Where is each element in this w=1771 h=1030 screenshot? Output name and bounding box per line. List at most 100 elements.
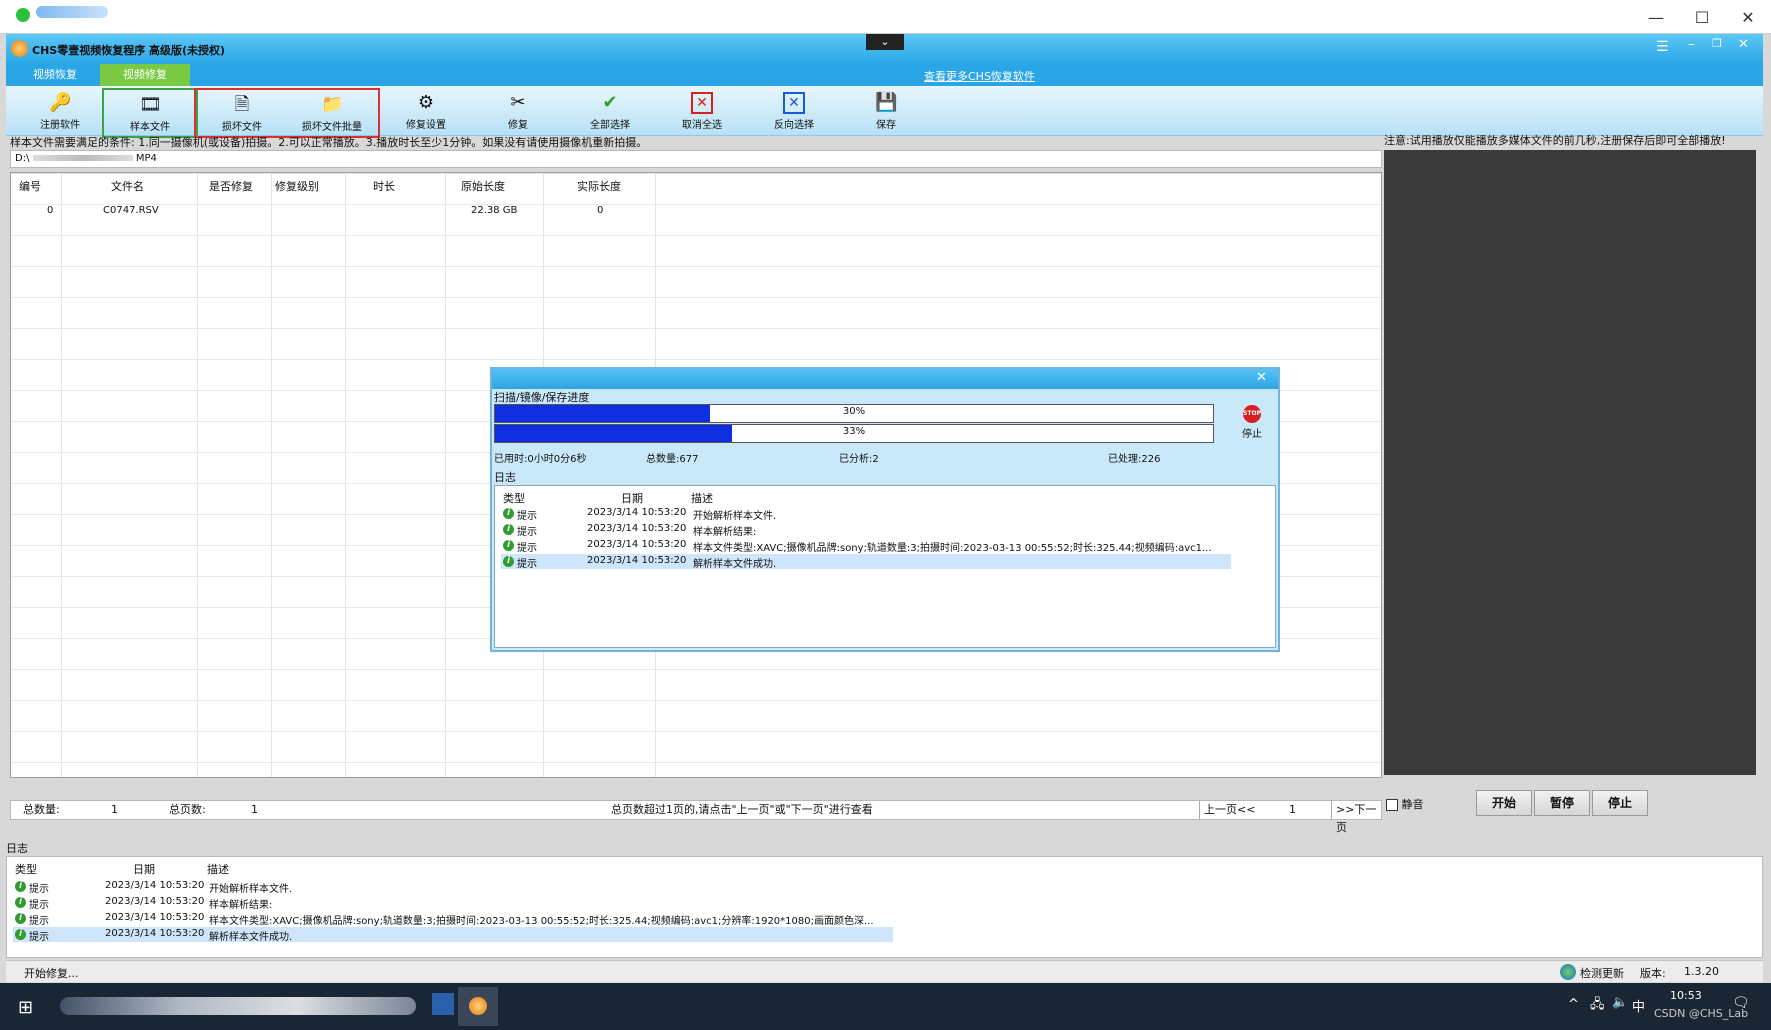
pause-button[interactable]: 暂停 (1534, 790, 1590, 816)
col-actual-size[interactable]: 实际长度 (577, 178, 621, 194)
status-dot-icon (16, 8, 30, 22)
ime-indicator[interactable]: 中 (1632, 996, 1645, 1015)
network-icon[interactable]: 🖧 (1590, 995, 1605, 1017)
start-button[interactable]: 开始 (1476, 790, 1532, 816)
pages-value: 1 (251, 803, 258, 816)
outer-window-titlebar: — ☐ ✕ (0, 0, 1771, 34)
app-restore-icon[interactable]: ❐ (1712, 37, 1722, 50)
pages-label: 总页数: (169, 803, 206, 816)
dlog-col-type: 类型 (503, 492, 525, 505)
list-item[interactable]: i 提示 2023/3/14 10:53:20 样本解析结果: (501, 522, 1231, 538)
log-col-desc: 描述 (207, 863, 229, 876)
list-item[interactable]: i 提示 2023/3/14 10:53:20 解析样本文件成功. (501, 554, 1231, 570)
menu-icon[interactable]: ☰ (1656, 39, 1669, 55)
invert-icon: ✕ (783, 92, 805, 114)
sample-file-button[interactable]: 🎞 样本文件 (102, 88, 198, 138)
dialog-titlebar: ✕ (492, 369, 1278, 389)
dialog-close-icon[interactable]: ✕ (1256, 370, 1267, 385)
tray-chevron-icon[interactable]: ^ (1568, 997, 1579, 1012)
prev-page-button[interactable]: 上一页<< (1199, 801, 1259, 819)
more-software-link[interactable]: 查看更多CHS恢复软件 (924, 68, 1035, 84)
dialog-log-title: 日志 (494, 471, 516, 484)
col-level[interactable]: 修复级别 (275, 178, 319, 194)
folder-icon: 📁 (321, 94, 344, 115)
version-value: 1.3.20 (1684, 965, 1719, 978)
log-col-type: 类型 (15, 863, 37, 876)
minimize-icon[interactable]: — (1636, 4, 1676, 30)
repair-settings-button[interactable]: ⚙ 修复设置 (382, 88, 470, 134)
taskbar-chs-app-icon[interactable] (458, 987, 498, 1026)
list-item[interactable]: i 提示 2023/3/14 10:53:20 解析样本文件成功. (13, 927, 893, 943)
row-filename: C0747.RSV (103, 205, 159, 216)
analyzed-count: 已分析:2 (839, 454, 879, 465)
volume-icon[interactable]: 🔈 (1612, 995, 1628, 1010)
info-icon: i (503, 523, 517, 535)
next-page-button[interactable]: >>下一页 (1331, 801, 1381, 834)
processed-count: 已处理:226 (1108, 454, 1161, 465)
maximize-icon[interactable]: ☐ (1682, 4, 1722, 30)
list-item[interactable]: i 提示 2023/3/14 10:53:20 开始解析样本文件. (501, 506, 1231, 522)
invert-selection-button[interactable]: ✕ 反向选择 (750, 88, 838, 134)
dialog-log-panel: 类型 日期 描述 i 提示 2023/3/14 10:53:20 开始解析样本文件. … (494, 485, 1276, 648)
key-icon: 🔑 (49, 92, 72, 113)
elapsed-time: 已用时:0小时0分6秒 (494, 454, 587, 465)
col-index[interactable]: 编号 (19, 178, 41, 194)
mute-checkbox[interactable]: 静音 (1386, 796, 1424, 812)
globe-icon (1560, 964, 1576, 980)
total-label: 总数量: (23, 803, 60, 816)
uncheck-icon: ✕ (691, 92, 713, 114)
log-col-date: 日期 (133, 863, 155, 876)
collapse-chevron-icon[interactable]: ⌄ (866, 34, 904, 50)
col-duration[interactable]: 时长 (373, 178, 395, 194)
col-repaired[interactable]: 是否修复 (209, 178, 253, 194)
info-icon: i (15, 896, 29, 908)
taskbar: ⊞ ^ 🖧 🔈 中 10:53 CSDN @CHS_Lab 🗨 (0, 983, 1771, 1030)
toolbar: 🔑 注册软件 🎞 样本文件 🗎 损坏文件 📁 损坏文件批量 ⚙ 修复设置 ✂ 修复 ✔ 全部选… (6, 86, 1763, 138)
list-item[interactable]: i 提示 2023/3/14 10:53:20 样本解析结果: (13, 895, 893, 911)
app-tabs: 视频恢复 视频修复 查看更多CHS恢复软件 (6, 64, 1763, 86)
app-close-icon[interactable]: ✕ (1738, 37, 1749, 52)
tools-icon: ✂ (510, 92, 526, 113)
tab-video-repair[interactable]: 视频修复 (100, 64, 190, 86)
app-minimize-icon[interactable]: – (1688, 37, 1695, 52)
blurred-tab (36, 6, 108, 18)
info-icon: i (15, 880, 29, 892)
repair-button[interactable]: ✂ 修复 (474, 88, 562, 134)
list-item[interactable]: i 提示 2023/3/14 10:53:20 开始解析样本文件. (13, 879, 893, 895)
list-item[interactable]: i 提示 2023/3/14 10:53:20 样本文件类型:XAVC;摄像机品牌:s… (501, 538, 1231, 554)
notification-icon[interactable]: 🗨 (1732, 995, 1750, 1011)
deselect-all-button[interactable]: ✕ 取消全选 (658, 88, 746, 134)
info-icon: i (15, 912, 29, 924)
settings-icon: ⚙ (417, 92, 435, 113)
progress-bar-2: 33% (494, 424, 1214, 443)
dlog-col-desc: 描述 (691, 492, 713, 505)
stop-button[interactable]: 停止 (1592, 790, 1648, 816)
dialog-stop-button[interactable]: STOP 停止 (1232, 405, 1272, 440)
stop-sign-icon: STOP (1243, 405, 1261, 423)
close-icon[interactable]: ✕ (1728, 4, 1768, 30)
register-button[interactable]: 🔑 注册软件 (16, 88, 104, 134)
tab-video-recover[interactable]: 视频恢复 (10, 64, 100, 86)
select-all-button[interactable]: ✔ 全部选择 (566, 88, 654, 134)
list-item[interactable]: i 提示 2023/3/14 10:53:20 样本文件类型:XAVC;摄像机品牌:s… (13, 911, 893, 927)
dlog-col-date: 日期 (621, 492, 643, 505)
damaged-batch-button[interactable]: 📁 损坏文件批量 (286, 88, 380, 138)
progress-bar-1: 30% (494, 404, 1214, 423)
path-field[interactable]: D:\ MP4 (10, 150, 1382, 168)
pager-hint: 总页数超过1页的,请点击"上一页"或"下一页"进行查看 (611, 803, 873, 816)
taskbar-app-icon[interactable] (432, 993, 454, 1015)
damaged-file-button[interactable]: 🗎 损坏文件 (194, 88, 288, 138)
info-icon: i (503, 507, 517, 519)
check-update-link[interactable]: 检测更新 (1580, 965, 1624, 981)
save-button[interactable]: 💾 保存 (842, 88, 930, 134)
row-orig-size: 22.38 GB (471, 205, 518, 216)
page-input[interactable]: 1 (1289, 801, 1296, 819)
col-filename[interactable]: 文件名 (111, 178, 144, 194)
col-orig-size[interactable]: 原始长度 (461, 178, 505, 194)
app-logo-icon (469, 997, 487, 1015)
check-icon: ✔ (602, 92, 618, 113)
clock-time[interactable]: 10:53 (1670, 989, 1702, 1002)
windows-start-icon[interactable]: ⊞ (18, 997, 33, 1018)
film-icon: 🎞 (139, 94, 162, 115)
total-count: 总数量:677 (646, 454, 699, 465)
